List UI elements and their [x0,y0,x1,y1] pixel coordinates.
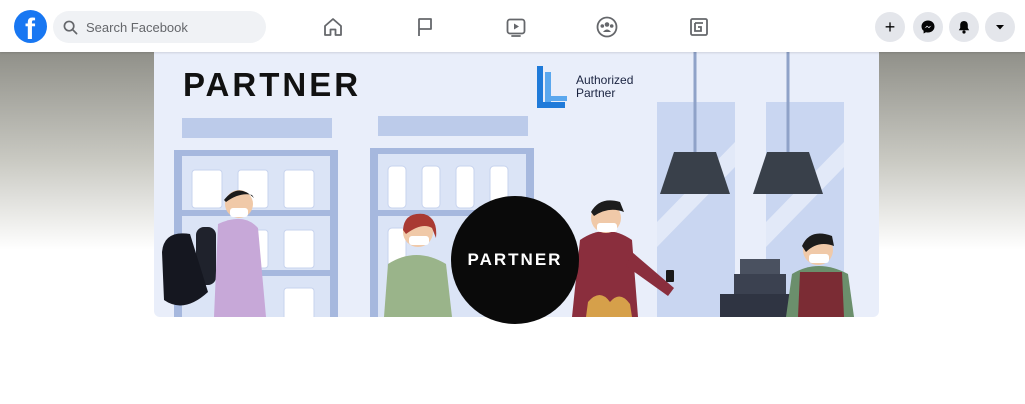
search-bar[interactable] [53,11,266,43]
top-navigation-bar: f + [0,0,1025,52]
caret-down-icon [996,25,1004,30]
shelf-sign [378,116,528,136]
groups-icon[interactable] [595,15,619,39]
facebook-logo-icon[interactable]: f [14,10,47,43]
notifications-button[interactable] [949,12,979,42]
partner-badge-text: PARTNER [467,250,563,269]
bell-icon [958,21,970,34]
flag-icon[interactable] [413,15,437,39]
account-menu-button[interactable] [985,12,1015,42]
gaming-icon[interactable] [687,15,711,39]
partner-badge: PARTNER [451,196,579,324]
create-button[interactable]: + [875,12,905,42]
plus-icon: + [884,16,896,37]
home-icon[interactable] [321,15,345,39]
logo-letter: f [25,13,35,43]
video-icon[interactable] [504,15,528,39]
shelf-sign [182,118,332,138]
messenger-icon [921,20,935,34]
search-icon [63,20,78,34]
messenger-button[interactable] [913,12,943,42]
search-input[interactable] [84,18,258,36]
